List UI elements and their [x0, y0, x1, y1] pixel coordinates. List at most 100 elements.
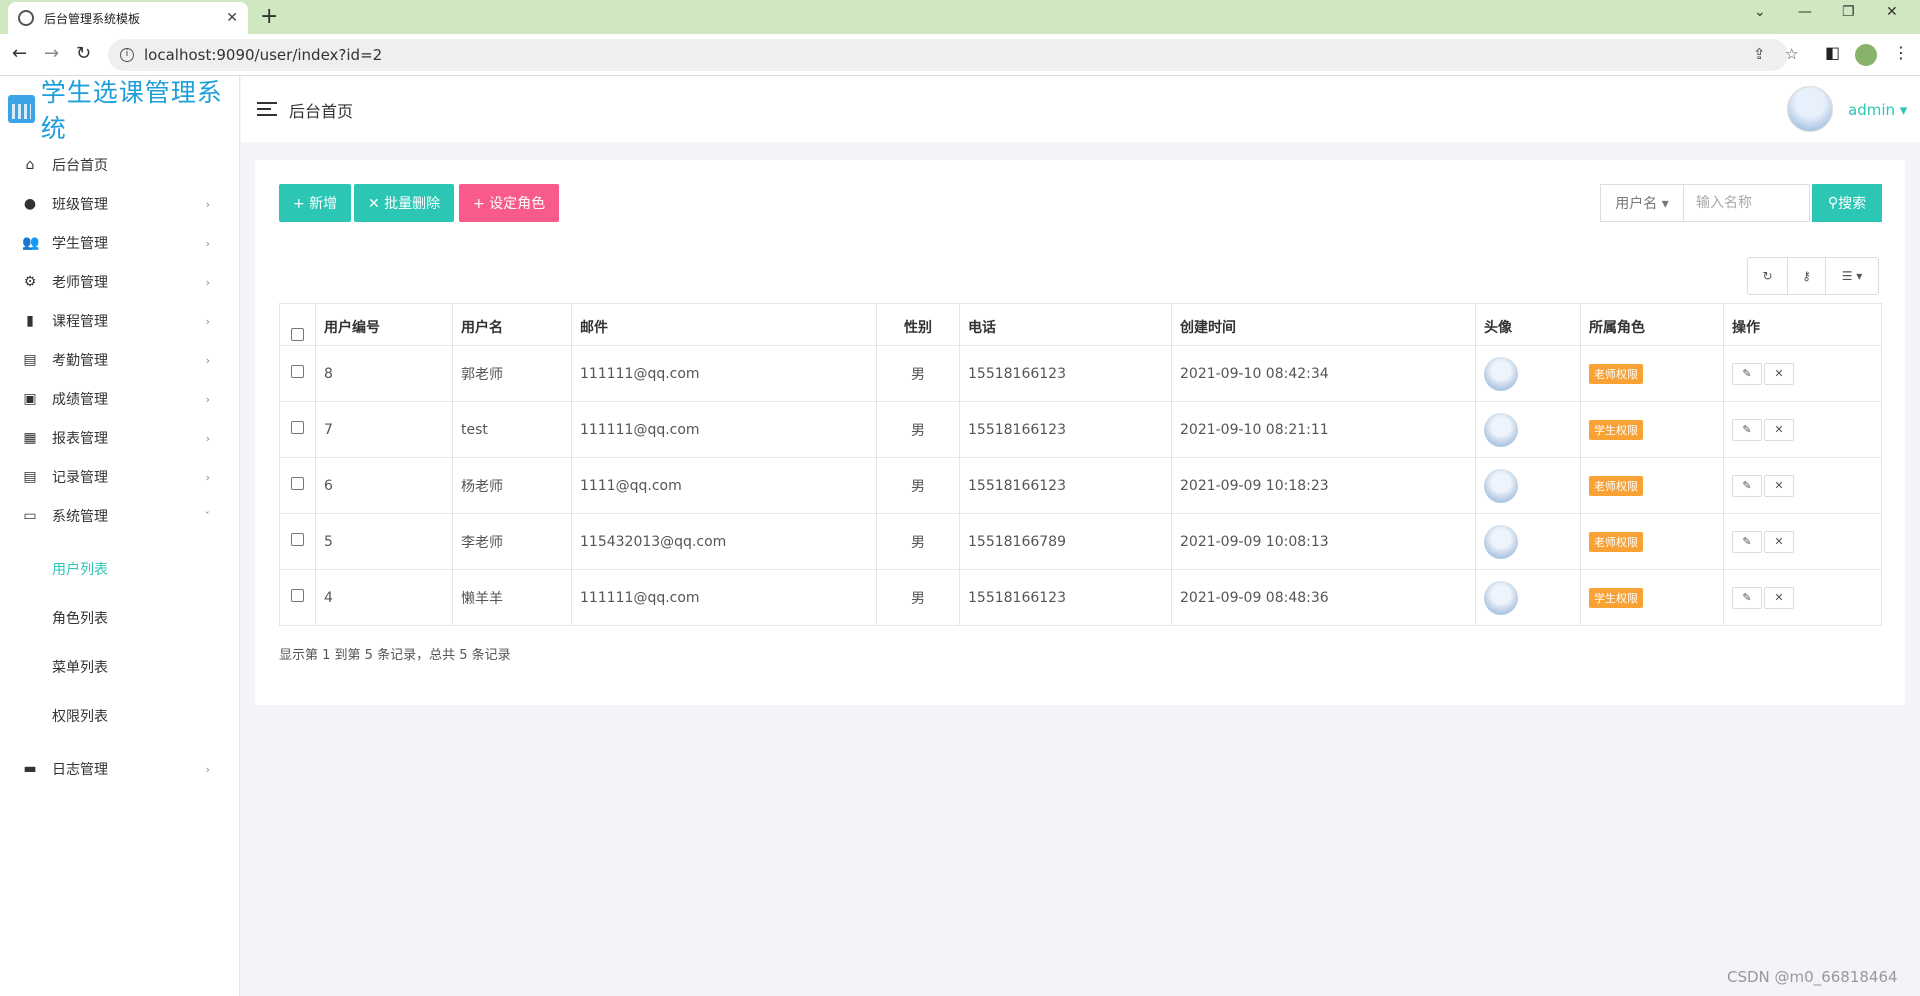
column-header[interactable]: 创建时间: [1171, 303, 1476, 346]
column-header[interactable]: 电话: [959, 303, 1172, 346]
minimize-icon[interactable]: —: [1798, 4, 1812, 20]
column-header[interactable]: 头像: [1475, 303, 1581, 346]
chevron-right-icon: ›: [205, 431, 210, 445]
actions-cell: ✎ ✕: [1723, 345, 1882, 402]
select-all-checkbox[interactable]: [291, 328, 304, 341]
user-name: 杨老师: [452, 457, 572, 514]
columns-toggle-icon[interactable]: ☰ ▾: [1826, 258, 1878, 294]
url-field[interactable]: i localhost:9090/user/index?id=2 ⇪ ☆: [108, 39, 1798, 71]
sidebar-item-class[interactable]: ● 班级管理 ›: [0, 184, 240, 224]
batch-delete-button[interactable]: ✕ 批量删除: [354, 184, 455, 222]
row-checkbox[interactable]: [291, 589, 304, 602]
user-created: 2021-09-09 10:18:23: [1171, 457, 1476, 514]
sidebar-item-reports[interactable]: ▦ 报表管理 ›: [0, 418, 240, 458]
delete-icon[interactable]: ✕: [1764, 586, 1794, 609]
edit-icon[interactable]: ✎: [1732, 418, 1762, 441]
tab-close-icon[interactable]: ✕: [226, 10, 238, 26]
sidebar-item-system[interactable]: ▭ 系统管理 ˇ: [0, 496, 240, 536]
search-button[interactable]: ⚲ 搜索: [1812, 184, 1882, 222]
user-id: 7: [315, 401, 453, 458]
palette-icon: ●: [23, 196, 37, 212]
window-close-icon[interactable]: ✕: [1886, 4, 1898, 20]
search-field-select[interactable]: 用户名 ▾: [1600, 184, 1684, 222]
user-id: 4: [315, 569, 453, 626]
sidebar-item-logs[interactable]: ▬ 日志管理 ›: [0, 749, 240, 789]
row-checkbox[interactable]: [291, 533, 304, 546]
avatar-cell: [1475, 513, 1581, 570]
column-header[interactable]: 操作: [1723, 303, 1882, 346]
avatar-cell: [1475, 345, 1581, 402]
row-checkbox[interactable]: [291, 477, 304, 490]
avatar: [1484, 468, 1518, 503]
table-row: 5 李老师 115432013@qq.com 男 15518166789 202…: [279, 513, 1882, 570]
delete-icon[interactable]: ✕: [1764, 362, 1794, 385]
bookmark-star-icon[interactable]: ☆: [1785, 45, 1798, 63]
pagination-summary: 显示第 1 到第 5 条记录，总共 5 条记录: [279, 648, 511, 663]
sidebar-item-courses[interactable]: ▮ 课程管理 ›: [0, 301, 240, 341]
edit-icon[interactable]: ✎: [1732, 362, 1762, 385]
sidebar-item-students[interactable]: 👥 学生管理 ›: [0, 223, 240, 263]
role-badge: 学生权限: [1589, 419, 1643, 440]
sidebar-item-teachers[interactable]: ⚙ 老师管理 ›: [0, 262, 240, 302]
chevron-down-icon: ˇ: [204, 509, 211, 523]
sidebar-item-records[interactable]: ▤ 记录管理 ›: [0, 457, 240, 497]
sidebar-item-grades[interactable]: ▣ 成绩管理 ›: [0, 379, 240, 419]
set-role-button[interactable]: + 设定角色: [459, 184, 560, 222]
user-menu[interactable]: admin ▾: [1848, 101, 1907, 119]
column-header[interactable]: 所属角色: [1580, 303, 1724, 346]
delete-icon[interactable]: ✕: [1764, 530, 1794, 553]
delete-icon[interactable]: ✕: [1764, 418, 1794, 441]
user-created: 2021-09-09 10:08:13: [1171, 513, 1476, 570]
sidebar-subitem-role-list[interactable]: 角色列表: [0, 598, 240, 638]
back-icon[interactable]: ←: [12, 43, 27, 64]
sidebar-subitem-permission-list[interactable]: 权限列表: [0, 696, 240, 736]
role-badge: 老师权限: [1589, 363, 1643, 384]
profile-avatar-icon[interactable]: [1855, 44, 1877, 66]
menu-toggle-icon[interactable]: [257, 102, 277, 116]
column-header[interactable]: 性别: [876, 303, 960, 346]
row-checkbox[interactable]: [291, 421, 304, 434]
breadcrumb[interactable]: 后台首页: [289, 98, 353, 122]
sidebar-item-label: 考勤管理: [52, 353, 108, 369]
table-header-row: 用户编号 用户名 邮件 性别 电话 创建时间 头像 所属角色 操作: [279, 303, 1882, 346]
search-input[interactable]: [1684, 184, 1810, 222]
doc-icon: ▤: [23, 352, 37, 368]
delete-icon[interactable]: ✕: [1764, 474, 1794, 497]
user-name: 懒羊羊: [452, 569, 572, 626]
user-email: 1111@qq.com: [571, 457, 877, 514]
sidebar-subitem-menu-list[interactable]: 菜单列表: [0, 647, 240, 687]
new-tab-icon[interactable]: +: [260, 4, 278, 29]
sidebar-item-attendance[interactable]: ▤ 考勤管理 ›: [0, 340, 240, 380]
globe-icon: [18, 10, 34, 26]
key-icon[interactable]: ⚷: [1788, 258, 1826, 294]
user-phone: 15518166123: [959, 569, 1172, 626]
column-header[interactable]: 用户编号: [315, 303, 453, 346]
edit-icon[interactable]: ✎: [1732, 474, 1762, 497]
edit-icon[interactable]: ✎: [1732, 586, 1762, 609]
sidebar-item-label: 日志管理: [52, 762, 108, 778]
row-checkbox[interactable]: [291, 365, 304, 378]
column-header[interactable]: 用户名: [452, 303, 572, 346]
sidebar-item-home[interactable]: ⌂ 后台首页: [0, 145, 240, 185]
column-header[interactable]: 邮件: [571, 303, 877, 346]
restore-icon[interactable]: ❐: [1842, 4, 1855, 20]
add-button[interactable]: + 新增: [279, 184, 352, 222]
forward-icon[interactable]: →: [44, 43, 59, 64]
share-icon[interactable]: ⇪: [1753, 45, 1766, 63]
tab-search-icon[interactable]: ⌄: [1754, 4, 1766, 20]
reload-icon[interactable]: ↻: [76, 43, 91, 64]
more-menu-icon[interactable]: ⋮: [1893, 43, 1909, 62]
table-row: 7 test 111111@qq.com 男 15518166123 2021-…: [279, 401, 1882, 458]
avatar[interactable]: [1787, 86, 1833, 132]
table-toolbar: ↻ ⚷ ☰ ▾: [1747, 257, 1879, 295]
side-panel-icon[interactable]: ◧: [1825, 43, 1840, 62]
site-info-icon[interactable]: i: [120, 48, 134, 62]
edit-icon[interactable]: ✎: [1732, 530, 1762, 553]
browser-tab[interactable]: 后台管理系统模板 ✕: [8, 2, 248, 34]
user-email: 111111@qq.com: [571, 401, 877, 458]
username: admin: [1848, 101, 1895, 119]
sidebar-subitem-user-list[interactable]: 用户列表: [0, 549, 240, 589]
role-badge: 老师权限: [1589, 475, 1643, 496]
sidebar-item-label: 成绩管理: [52, 392, 108, 408]
refresh-icon[interactable]: ↻: [1748, 258, 1788, 294]
